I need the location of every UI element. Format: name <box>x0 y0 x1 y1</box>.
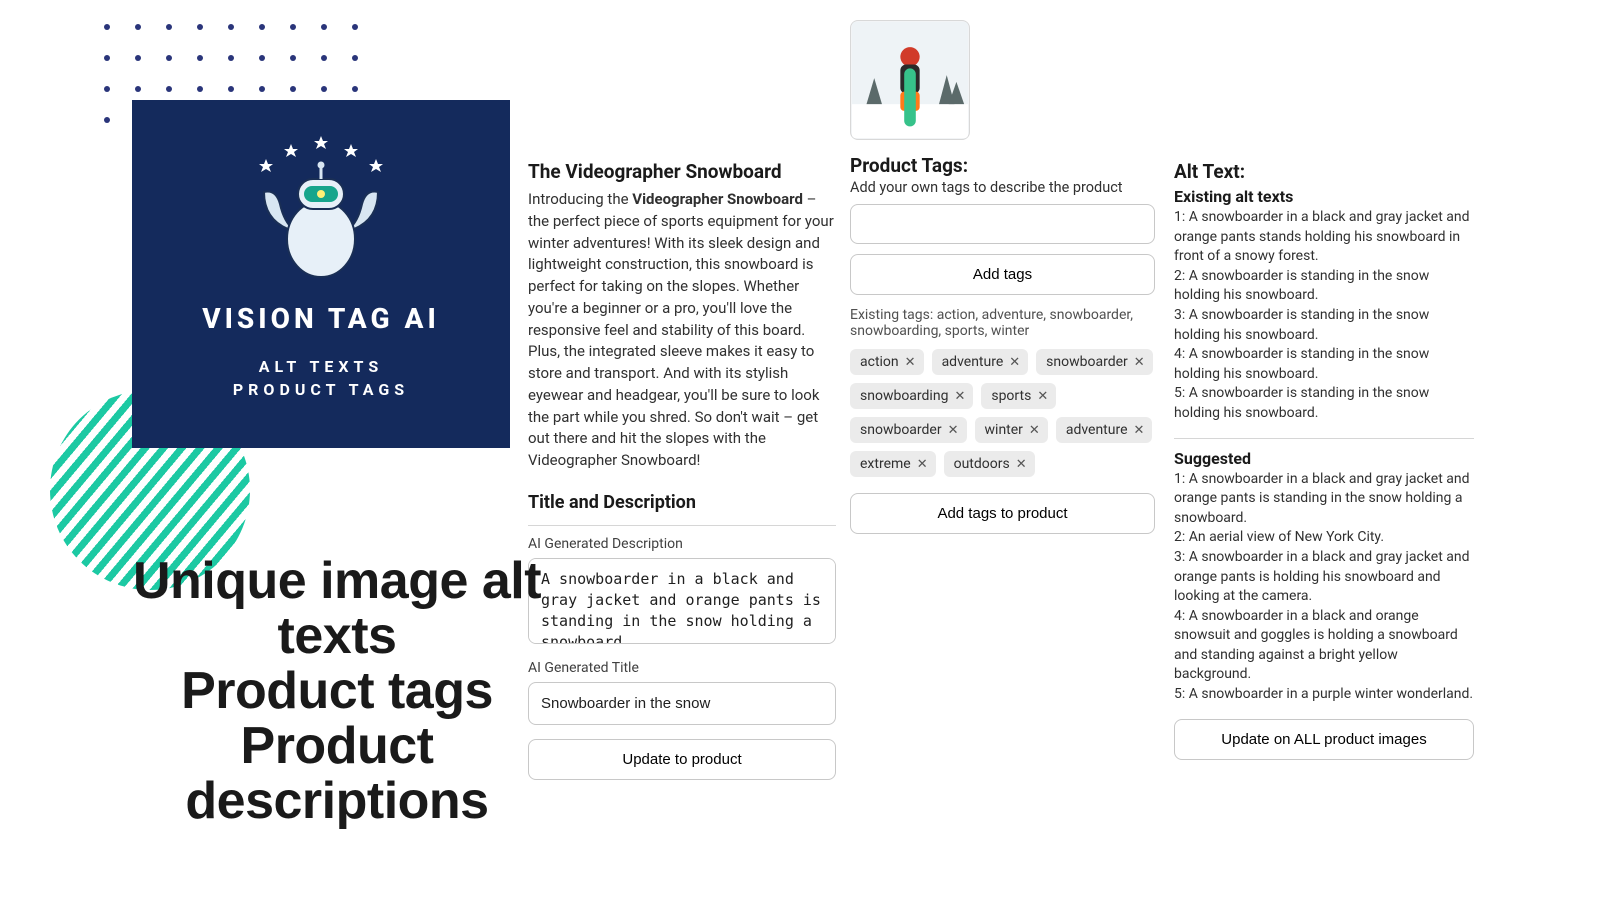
tag-chip-label: adventure <box>942 354 1004 370</box>
robot-icon <box>236 134 406 284</box>
tag-chip: action ✕ <box>850 349 924 375</box>
product-description: Introducing the Videographer Snowboard –… <box>528 189 836 472</box>
title-and-description-heading: Title and Description <box>528 492 836 513</box>
existing-alt-heading: Existing alt texts <box>1174 187 1474 206</box>
product-thumbnail <box>850 20 970 140</box>
add-tags-to-product-button[interactable]: Add tags to product <box>850 493 1155 534</box>
tag-chip-label: snowboarder <box>860 422 942 438</box>
remove-tag-icon[interactable]: ✕ <box>1029 424 1040 437</box>
remove-tag-icon[interactable]: ✕ <box>905 356 916 369</box>
remove-tag-icon[interactable]: ✕ <box>1134 356 1145 369</box>
tag-chip-label: winter <box>985 422 1023 438</box>
ai-title-field[interactable] <box>528 682 836 725</box>
tag-chip: outdoors ✕ <box>944 451 1035 477</box>
divider <box>1174 438 1474 439</box>
tags-helper-text: Add your own tags to describe the produc… <box>850 179 1155 196</box>
tag-chip-label: outdoors <box>954 456 1010 472</box>
update-all-images-button[interactable]: Update on ALL product images <box>1174 719 1474 760</box>
brand-subtitle: ALT TEXTS PRODUCT TAGS <box>233 355 409 401</box>
alt-text-heading: Alt Text: <box>1174 160 1474 183</box>
existing-alt-list: 1: A snowboarder in a black and gray jac… <box>1174 208 1474 424</box>
tag-chip: adventure ✕ <box>1056 417 1153 443</box>
tag-chip-label: adventure <box>1066 422 1128 438</box>
remove-tag-icon[interactable]: ✕ <box>1009 356 1020 369</box>
tag-chip: extreme ✕ <box>850 451 936 477</box>
divider <box>528 525 836 526</box>
remove-tag-icon[interactable]: ✕ <box>948 424 959 437</box>
tag-chip: adventure ✕ <box>932 349 1029 375</box>
product-title: The Videographer Snowboard <box>528 160 836 183</box>
tag-chip-label: action <box>860 354 899 370</box>
add-tags-button[interactable]: Add tags <box>850 254 1155 295</box>
brand-title: VISION TAG AI <box>202 302 440 335</box>
ai-description-field[interactable]: A snowboarder in a black and gray jacket… <box>528 558 836 644</box>
product-tags-heading: Product Tags: <box>850 154 1155 177</box>
brand-card: VISION TAG AI ALT TEXTS PRODUCT TAGS <box>132 100 510 448</box>
suggested-alt-list: 1: A snowboarder in a black and gray jac… <box>1174 470 1474 705</box>
tag-chip-label: snowboarding <box>860 388 948 404</box>
remove-tag-icon[interactable]: ✕ <box>1016 458 1027 471</box>
tag-chip: winter ✕ <box>975 417 1048 443</box>
tag-chip: snowboarding ✕ <box>850 383 973 409</box>
tag-chip: snowboarder ✕ <box>850 417 967 443</box>
remove-tag-icon[interactable]: ✕ <box>1037 390 1048 403</box>
tag-chip: sports ✕ <box>981 383 1056 409</box>
tag-chip-label: sports <box>991 388 1031 404</box>
suggested-alt-heading: Suggested <box>1174 449 1474 468</box>
tag-chip: snowboarder ✕ <box>1036 349 1153 375</box>
tag-chip-row: action✕adventure✕snowboarder✕snowboardin… <box>850 349 1155 477</box>
tag-chip-label: snowboarder <box>1046 354 1128 370</box>
remove-tag-icon[interactable]: ✕ <box>1134 424 1145 437</box>
update-to-product-button[interactable]: Update to product <box>528 739 836 780</box>
ai-description-label: AI Generated Description <box>528 536 836 552</box>
add-tags-input[interactable] <box>850 204 1155 244</box>
existing-tags-text: Existing tags: action, adventure, snowbo… <box>850 307 1155 339</box>
remove-tag-icon[interactable]: ✕ <box>917 458 928 471</box>
tag-chip-label: extreme <box>860 456 911 472</box>
ai-title-label: AI Generated Title <box>528 660 836 676</box>
hero-headline: Unique image alt texts Product tags Prod… <box>112 554 562 830</box>
remove-tag-icon[interactable]: ✕ <box>954 390 965 403</box>
